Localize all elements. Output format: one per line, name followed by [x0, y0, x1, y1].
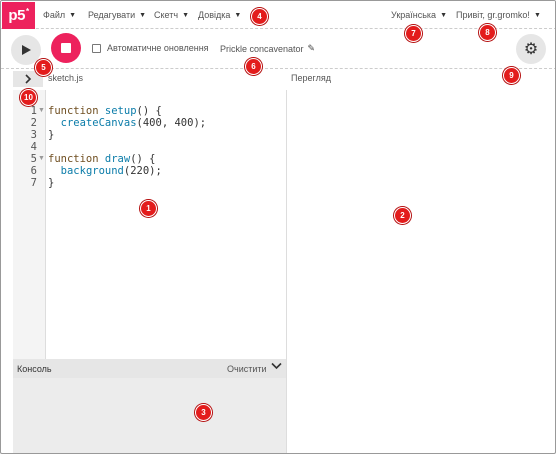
menu-edit[interactable]: Редагувати ▼ [88, 1, 146, 29]
play-icon [22, 45, 31, 55]
annotation-marker: 2 [394, 207, 411, 224]
code-line: } [48, 177, 55, 189]
pencil-icon[interactable]: ✎ [308, 43, 316, 54]
code-line: background(220); [60, 165, 162, 177]
line-number: 4 [30, 141, 37, 153]
caret-down-icon: ▼ [69, 11, 77, 19]
menu-help-label: Довідка [198, 10, 231, 20]
caret-down-icon: ▼ [139, 11, 147, 19]
console-header: Консоль Очистити [13, 359, 286, 378]
code-line: function draw() { [48, 153, 156, 165]
top-nav: p5 * Файл ▼ Редагувати ▼ Скетч ▼ Довідка ▼ Ук… [1, 1, 555, 29]
pane-divider[interactable] [286, 90, 287, 453]
menu-language-label: Українська [391, 10, 437, 20]
console-clear-button[interactable]: Очистити [227, 364, 267, 374]
caret-down-icon: ▼ [440, 11, 447, 19]
menu-user[interactable]: Привіт, gr.gromko! ▼ [456, 1, 541, 29]
annotation-marker: 5 [35, 59, 52, 76]
caret-down-icon: ▼ [533, 11, 541, 19]
fold-arrow-icon[interactable]: ▼ [38, 105, 45, 117]
autorefresh-checkbox[interactable]: Автоматичне оновлення [92, 43, 209, 53]
menu-language[interactable]: Українська ▼ [391, 1, 447, 29]
menu-sketch-label: Скетч [154, 10, 179, 20]
annotation-marker: 8 [479, 24, 496, 41]
annotation-marker: 7 [405, 25, 422, 42]
logo-text: p5 [8, 7, 25, 24]
menu-user-label: Привіт, gr.gromko! [456, 10, 530, 20]
p5-logo[interactable]: p5 * [2, 2, 35, 29]
p5-editor-window: p5 * Файл ▼ Редагувати ▼ Скетч ▼ Довідка ▼ Ук… [0, 0, 556, 454]
line-number: 3 [30, 129, 37, 141]
stop-icon [61, 43, 71, 53]
file-tab[interactable]: sketch.js [48, 73, 83, 83]
autorefresh-label: Автоматичне оновлення [107, 43, 209, 53]
menu-help[interactable]: Довідка ▼ [198, 1, 241, 29]
line-number: 1 [30, 105, 37, 117]
code-line: function setup() { [48, 105, 162, 117]
sketch-name[interactable]: Prickle concavenator ✎ [220, 43, 315, 54]
line-number: 7 [30, 177, 37, 189]
checkbox-box[interactable] [92, 43, 101, 53]
preview-label: Перегляд [291, 73, 331, 83]
annotation-marker: 10 [20, 89, 37, 106]
toolbar: Автоматичне оновлення Prickle concavenat… [1, 29, 555, 69]
menu-file[interactable]: Файл ▼ [43, 1, 76, 29]
fold-markers: ▼ ▼ [38, 105, 45, 165]
line-numbers: 1 2 3 4 5 6 7 [13, 105, 37, 189]
console-output [13, 378, 286, 453]
annotation-marker: 9 [503, 67, 520, 84]
annotation-marker: 4 [251, 8, 268, 25]
annotation-marker: 3 [195, 404, 212, 421]
fold-arrow-icon[interactable]: ▼ [38, 153, 45, 165]
code-editor[interactable]: function setup() { createCanvas(400, 400… [48, 105, 206, 189]
console-title: Консоль [17, 364, 52, 374]
sketch-name-text: Prickle concavenator [220, 43, 304, 54]
line-number: 5 [30, 153, 37, 165]
settings-button[interactable]: ⚙ [516, 34, 546, 64]
annotation-marker: 6 [245, 58, 262, 75]
gear-icon: ⚙ [523, 41, 539, 58]
chevron-right-icon [25, 74, 32, 84]
line-number: 2 [30, 117, 37, 129]
caret-down-icon: ▼ [234, 11, 242, 19]
line-number: 6 [30, 165, 37, 177]
caret-down-icon: ▼ [182, 11, 189, 19]
code-line: } [48, 129, 55, 141]
menu-file-label: Файл [43, 10, 66, 20]
logo-asterisk: * [25, 7, 29, 16]
menu-sketch[interactable]: Скетч ▼ [154, 1, 189, 29]
code-line: createCanvas(400, 400); [60, 117, 207, 129]
stop-button[interactable] [51, 33, 81, 63]
annotation-marker: 1 [140, 200, 157, 217]
menu-edit-label: Редагувати [88, 10, 136, 20]
chevron-down-icon[interactable] [271, 361, 282, 373]
